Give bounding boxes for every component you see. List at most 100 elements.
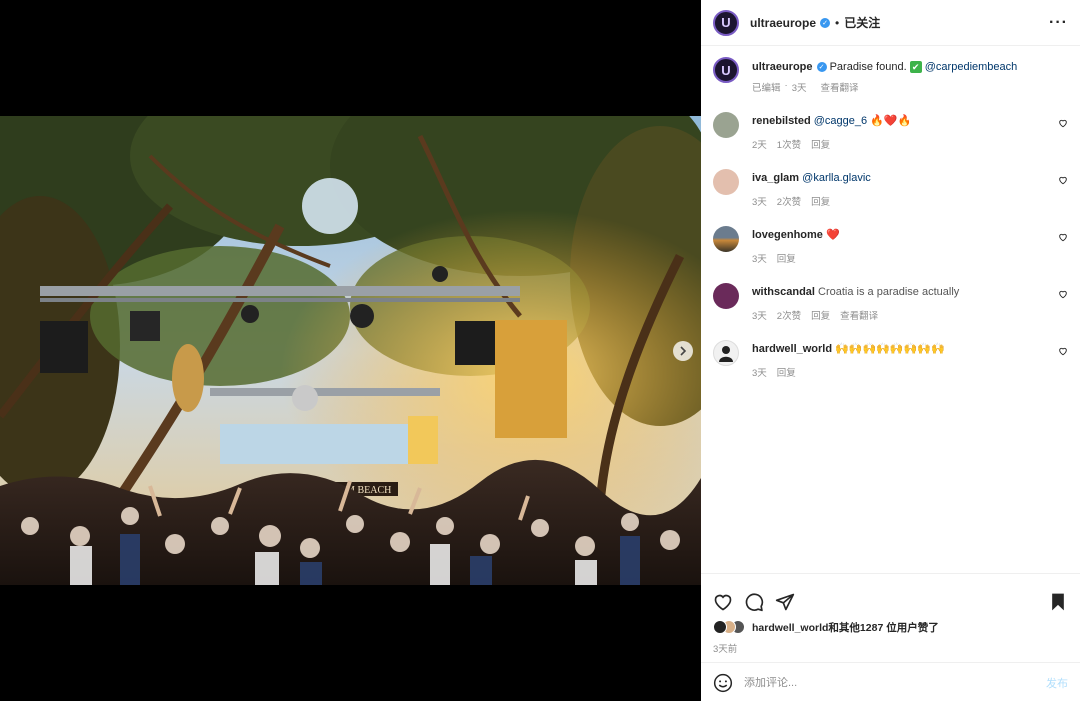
comment-emoji: 🙌🙌🙌🙌🙌🙌🙌🙌 xyxy=(835,343,945,355)
caption-body: ultraeurope ✓ Paradise found. ✔ @carpedie… xyxy=(752,57,1068,94)
avatar[interactable] xyxy=(713,340,739,366)
post-side-panel: U ultraeurope ✓ • 已关注 ··· U ultraeurope ✓… xyxy=(701,0,1080,701)
comment-row: withscandal Croatia is a paradise actual… xyxy=(713,283,1068,322)
comment-mention-link[interactable]: @karlla.glavic xyxy=(802,172,871,184)
action-bar xyxy=(701,574,1080,618)
following-button[interactable]: 已关注 xyxy=(844,14,880,31)
comments-list[interactable]: U ultraeurope ✓ Paradise found. ✔ @carped… xyxy=(701,46,1080,573)
caption-mention-link[interactable]: @carpediembeach xyxy=(925,61,1018,73)
person-portrait-icon xyxy=(719,346,733,362)
reply-button[interactable]: 回复 xyxy=(811,137,830,151)
comment-body: iva_glam @karlla.glavic 3天 2次赞 回复 xyxy=(752,169,1068,208)
post-timestamp: 3天前 xyxy=(713,644,738,655)
see-translation-link[interactable]: 查看翻译 xyxy=(820,80,858,94)
caption-meta: 已编辑 · 3天 查看翻译 xyxy=(752,80,1068,94)
reply-button[interactable]: 回复 xyxy=(811,308,830,322)
comment-meta: 3天 回复 xyxy=(752,365,1068,379)
comment-username[interactable]: iva_glam xyxy=(752,172,799,184)
comment-age: 3天 xyxy=(752,311,767,322)
comment-meta: 3天 2次赞 回复 xyxy=(752,194,1068,208)
comment-line: hardwell_world 🙌🙌🙌🙌🙌🙌🙌🙌 xyxy=(752,342,1068,357)
comment-icon[interactable] xyxy=(744,592,764,612)
heart-icon[interactable] xyxy=(713,592,733,612)
chevron-right-icon xyxy=(680,346,687,356)
post-photo[interactable]: CARPE DIEM BEACH xyxy=(0,116,701,585)
check-mark-emoji: ✔ xyxy=(909,61,922,74)
liker-avatar xyxy=(713,620,727,634)
caption-line: ultraeurope ✓ Paradise found. ✔ @carpedie… xyxy=(752,60,1068,75)
comment-likes-count[interactable]: 2次赞 xyxy=(777,194,801,208)
comment-row: renebilsted @cagge_6 🔥❤️🔥 2天 1次赞 回复 xyxy=(713,112,1068,151)
verified-badge-icon: ✓ xyxy=(816,62,827,73)
reply-button[interactable]: 回复 xyxy=(811,194,830,208)
post-header: U ultraeurope ✓ • 已关注 ··· xyxy=(701,0,1080,46)
header-user: ultraeurope ✓ • 已关注 xyxy=(750,14,880,31)
comment-age: 3天 xyxy=(752,254,767,265)
caption-text: Paradise found. xyxy=(829,61,907,73)
comment-username[interactable]: hardwell_world xyxy=(752,343,832,355)
add-comment-bar: 发布 xyxy=(701,662,1080,701)
caption-row: U ultraeurope ✓ Paradise found. ✔ @carped… xyxy=(713,57,1068,94)
comment-row: iva_glam @karlla.glavic 3天 2次赞 回复 xyxy=(713,169,1068,208)
likes-text[interactable]: hardwell_world和其他1287 位用户赞了 xyxy=(752,620,939,635)
more-options-button[interactable]: ··· xyxy=(1049,14,1068,30)
comment-line: withscandal Croatia is a paradise actual… xyxy=(752,285,1068,300)
comment-mention-link[interactable]: @cagge_6 xyxy=(814,115,867,127)
comment-age: 3天 xyxy=(752,197,767,208)
comment-emoji: 🔥❤️🔥 xyxy=(870,115,912,127)
comment-username[interactable]: renebilsted xyxy=(752,115,811,127)
instagram-post-dialog: CARPE DIEM BEACH xyxy=(0,0,1080,701)
avatar[interactable] xyxy=(713,283,739,309)
comment-line: renebilsted @cagge_6 🔥❤️🔥 xyxy=(752,114,1068,129)
like-comment-heart-icon[interactable] xyxy=(1058,118,1068,128)
like-comment-heart-icon[interactable] xyxy=(1058,232,1068,242)
comment-age: 2天 xyxy=(752,140,767,151)
avatar[interactable]: U xyxy=(713,57,739,83)
comment-body: withscandal Croatia is a paradise actual… xyxy=(752,283,1068,322)
see-translation-link[interactable]: 查看翻译 xyxy=(840,308,878,322)
header-separator: • xyxy=(835,15,840,30)
comment-text: Croatia is a paradise actually xyxy=(818,286,960,298)
comment-likes-count[interactable]: 1次赞 xyxy=(777,137,801,151)
comment-age: 3天 xyxy=(752,368,767,379)
emoji-icon[interactable] xyxy=(713,673,733,693)
avatar[interactable] xyxy=(713,112,739,138)
likes-summary[interactable]: hardwell_world和其他1287 位用户赞了 xyxy=(701,618,1080,636)
comment-body: lovegenhome ❤️ 3天 回复 xyxy=(752,226,1068,265)
header-username[interactable]: ultraeurope xyxy=(750,16,816,30)
comment-meta: 3天 2次赞 回复 查看翻译 xyxy=(752,308,1068,322)
caption-age: 3天 xyxy=(791,83,807,94)
like-comment-heart-icon[interactable] xyxy=(1058,289,1068,299)
ultra-logo-icon: U xyxy=(721,15,731,30)
comment-username[interactable]: lovegenhome xyxy=(752,229,823,241)
comment-body: hardwell_world 🙌🙌🙌🙌🙌🙌🙌🙌 3天 回复 xyxy=(752,340,1068,379)
post-comment-button[interactable]: 发布 xyxy=(1046,675,1068,691)
like-comment-heart-icon[interactable] xyxy=(1058,175,1068,185)
comment-row: hardwell_world 🙌🙌🙌🙌🙌🙌🙌🙌 3天 回复 xyxy=(713,340,1068,379)
comment-emoji: ❤️ xyxy=(825,229,840,241)
comment-line: lovegenhome ❤️ xyxy=(752,228,1068,243)
post-footer: hardwell_world和其他1287 位用户赞了 3天前 发布 xyxy=(701,573,1080,692)
like-comment-heart-icon[interactable] xyxy=(1058,346,1068,356)
media-pane: CARPE DIEM BEACH xyxy=(0,0,701,701)
comment-line: iva_glam @karlla.glavic xyxy=(752,171,1068,186)
reply-button[interactable]: 回复 xyxy=(777,251,796,265)
comment-row: lovegenhome ❤️ 3天 回复 xyxy=(713,226,1068,265)
ultra-logo-icon: U xyxy=(721,62,731,78)
comment-username[interactable]: withscandal xyxy=(752,286,815,298)
comment-meta: 2天 1次赞 回复 xyxy=(752,137,1068,151)
avatar[interactable] xyxy=(713,226,739,252)
bookmark-icon[interactable] xyxy=(1048,592,1068,612)
comment-likes-count[interactable]: 2次赞 xyxy=(777,308,801,322)
meta-dot: · xyxy=(784,80,788,91)
share-icon[interactable] xyxy=(775,592,795,612)
comment-meta: 3天 回复 xyxy=(752,251,1068,265)
next-photo-button[interactable] xyxy=(673,341,693,361)
caption-username[interactable]: ultraeurope xyxy=(752,61,813,73)
avatar[interactable]: U xyxy=(713,9,739,36)
festival-scene-image: CARPE DIEM BEACH xyxy=(0,116,701,585)
comment-input[interactable] xyxy=(744,676,1046,689)
edited-label: 已编辑 xyxy=(752,83,781,94)
reply-button[interactable]: 回复 xyxy=(777,365,796,379)
avatar[interactable] xyxy=(713,169,739,195)
